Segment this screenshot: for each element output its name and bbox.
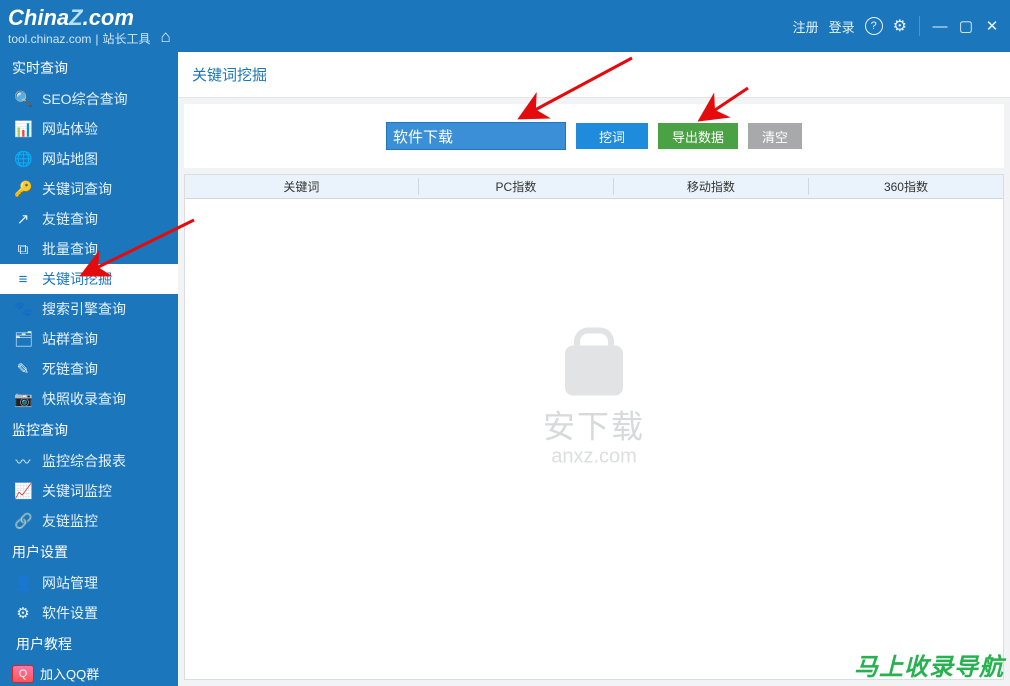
toolbar: 挖词 导出数据 清空 — [184, 104, 1004, 168]
sidebar-item-friendlink-query[interactable]: ↗ 友链查询 — [0, 204, 178, 234]
sidebar-item-label: 软件设置 — [42, 603, 98, 623]
search-button[interactable]: 挖词 — [576, 123, 648, 149]
footer-note: 马上收录导航 — [854, 647, 1004, 682]
seo-combined-icon: 🔍 — [14, 90, 32, 108]
table-header: 关键词 PC指数 移动指数 360指数 — [185, 175, 1003, 199]
sidebar: 实时查询 🔍 SEO综合查询 📊 网站体验 🌐 网站地图 🔑 关键词查询 ↗ 友链查询 ⧉ 批量查询 ≡… — [0, 52, 178, 686]
sidebar-item-label: 关键词挖掘 — [42, 269, 112, 289]
sidebar-item-label: 死链查询 — [42, 359, 98, 379]
close-button[interactable]: ✕ — [984, 17, 1000, 35]
main: 关键词挖掘 挖词 导出数据 清空 关键词 PC指数 移动指数 360指数 安下载… — [178, 52, 1010, 686]
sidebar-item-sitegroup-query[interactable]: 🗂 站群查询 — [0, 324, 178, 354]
results-table: 关键词 PC指数 移动指数 360指数 安下载 anxz.com — [184, 174, 1004, 680]
sitemap-icon: 🌐 — [14, 150, 32, 168]
group-user-title: 用户设置 — [0, 536, 178, 568]
logo-sub: tool.chinaz.com|站长工具 — [8, 33, 151, 46]
settings-icon[interactable]: ⚙ — [893, 16, 907, 36]
batch-query-icon: ⧉ — [14, 241, 32, 258]
sidebar-item-label: 友链监控 — [42, 511, 98, 531]
col-mobile-index[interactable]: 移动指数 — [614, 178, 809, 195]
friendlink-monitor-icon: 🔗 — [14, 512, 32, 530]
sidebar-item-label: 快照收录查询 — [42, 389, 126, 409]
titlebar: ChinaZ.com tool.chinaz.com|站长工具 ⌂ 注册 登录 … — [0, 0, 1010, 52]
deadlink-query-icon: ✎ — [14, 360, 32, 378]
watermark: 安下载 anxz.com — [543, 345, 645, 468]
col-360-index[interactable]: 360指数 — [809, 178, 1003, 195]
sidebar-item-label: 搜索引擎查询 — [42, 299, 126, 319]
sidebar-item-label: 网站体验 — [42, 119, 98, 139]
site-manage-icon: 👤 — [14, 574, 32, 592]
qq-icon: Q — [12, 665, 34, 683]
clear-button[interactable]: 清空 — [748, 123, 802, 149]
sidebar-item-keyword-mining[interactable]: ≡ 关键词挖掘 — [0, 264, 178, 294]
sidebar-item-sitemap[interactable]: 🌐 网站地图 — [0, 144, 178, 174]
keyword-mining-icon: ≡ — [14, 271, 32, 288]
titlebar-right: 注册 登录 ? ⚙ — ▢ ✕ — [793, 16, 1000, 36]
maximize-button[interactable]: ▢ — [958, 17, 974, 35]
sidebar-item-site-manage[interactable]: 👤 网站管理 — [0, 568, 178, 598]
group-monitor-title: 监控查询 — [0, 414, 178, 446]
sidebar-item-keyword-monitor[interactable]: 📈 关键词监控 — [0, 476, 178, 506]
join-qq-group[interactable]: Q 加入QQ群 — [12, 664, 166, 683]
minimize-button[interactable]: — — [932, 18, 948, 35]
friendlink-query-icon: ↗ — [14, 210, 32, 228]
login-link[interactable]: 登录 — [829, 17, 855, 36]
sitegroup-query-icon: 🗂 — [14, 330, 32, 348]
site-experience-icon: 📊 — [14, 120, 32, 138]
keyword-query-icon: 🔑 — [14, 180, 32, 198]
sidebar-item-label: 友链查询 — [42, 209, 98, 229]
snapshot-index-icon: 📷 — [14, 390, 32, 408]
col-keyword[interactable]: 关键词 — [185, 178, 419, 195]
sidebar-item-software-settings[interactable]: ⚙ 软件设置 — [0, 598, 178, 628]
sidebar-item-label: 关键词监控 — [42, 481, 112, 501]
search-engine-query-icon: 🐾 — [14, 300, 32, 318]
sidebar-item-label: 关键词查询 — [42, 179, 112, 199]
sidebar-item-seo-combined[interactable]: 🔍 SEO综合查询 — [0, 84, 178, 114]
user-tutorial[interactable]: 用户教程 — [0, 628, 178, 660]
sidebar-item-label: 站群查询 — [42, 329, 98, 349]
lock-icon — [565, 345, 623, 395]
sidebar-item-label: 网站管理 — [42, 573, 98, 593]
page-title: 关键词挖掘 — [178, 52, 1010, 98]
logo-brand: ChinaZ.com — [8, 6, 151, 30]
sidebar-item-search-engine-query[interactable]: 🐾 搜索引擎查询 — [0, 294, 178, 324]
keyword-monitor-icon: 📈 — [14, 482, 32, 500]
sidebar-item-label: 监控综合报表 — [42, 451, 126, 471]
sidebar-item-label: SEO综合查询 — [42, 89, 128, 109]
logo: ChinaZ.com tool.chinaz.com|站长工具 — [8, 6, 151, 45]
register-link[interactable]: 注册 — [793, 17, 819, 36]
sidebar-item-friendlink-monitor[interactable]: 🔗 友链监控 — [0, 506, 178, 536]
col-pc-index[interactable]: PC指数 — [419, 178, 614, 195]
sidebar-item-monitor-report[interactable]: 〰监控综合报表 — [0, 446, 178, 476]
monitor-report-icon: 〰 — [14, 451, 32, 472]
sidebar-item-snapshot-index[interactable]: 📷 快照收录查询 — [0, 384, 178, 414]
sidebar-item-deadlink-query[interactable]: ✎ 死链查询 — [0, 354, 178, 384]
home-icon[interactable]: ⌂ — [161, 27, 171, 47]
sidebar-item-label: 网站地图 — [42, 149, 98, 169]
keyword-input[interactable] — [386, 122, 566, 150]
export-button[interactable]: 导出数据 — [658, 123, 738, 149]
sidebar-item-batch-query[interactable]: ⧉ 批量查询 — [0, 234, 178, 264]
software-settings-icon: ⚙ — [14, 604, 32, 622]
help-icon[interactable]: ? — [865, 17, 883, 35]
sidebar-item-site-experience[interactable]: 📊 网站体验 — [0, 114, 178, 144]
sidebar-item-keyword-query[interactable]: 🔑 关键词查询 — [0, 174, 178, 204]
sidebar-item-label: 批量查询 — [42, 239, 98, 259]
group-realtime-title: 实时查询 — [0, 52, 178, 84]
